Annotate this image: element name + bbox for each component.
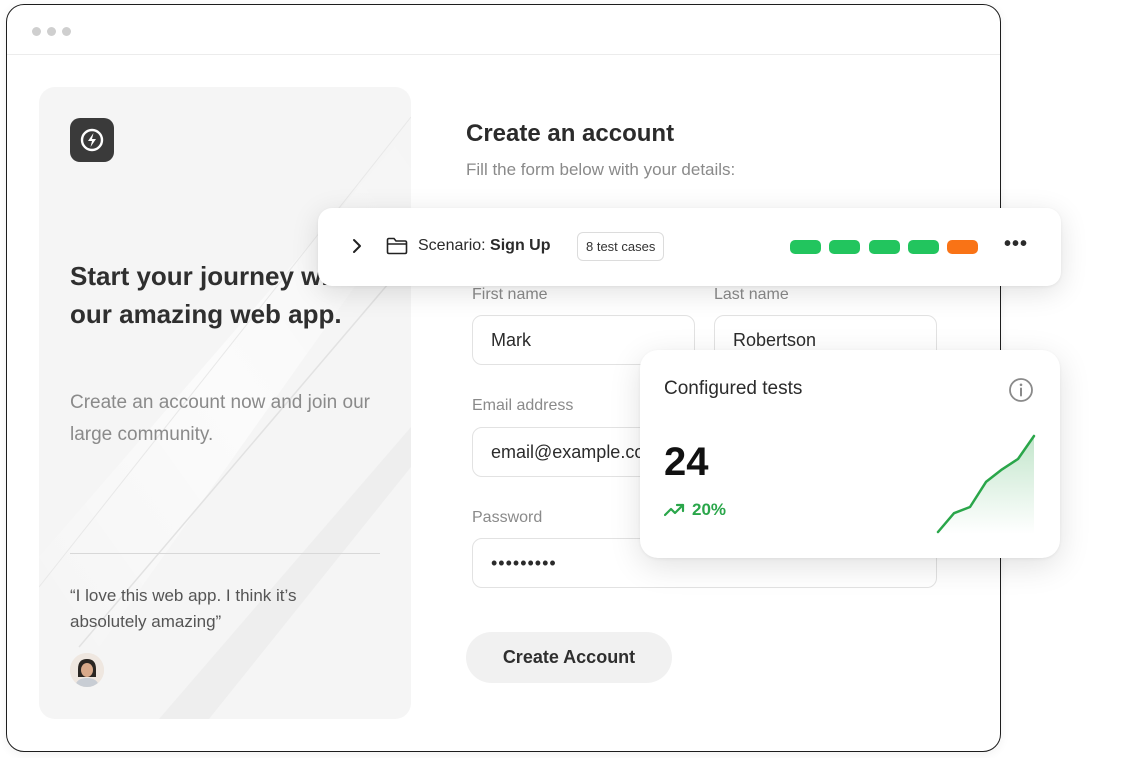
password-label: Password (472, 509, 543, 526)
window-dot-2[interactable] (47, 27, 56, 36)
hero-subtitle: Create an account now and join our large… (70, 392, 370, 445)
create-account-button[interactable]: Create Account (466, 632, 672, 683)
tests-count: 24 (664, 440, 709, 484)
last-name-label: Last name (714, 286, 789, 303)
info-icon[interactable] (1008, 377, 1034, 403)
window-dot-1[interactable] (32, 27, 41, 36)
sparkline-area (938, 436, 1034, 534)
trending-up-icon (664, 503, 685, 517)
bolt-icon (80, 128, 104, 152)
chevron-right-icon[interactable] (350, 238, 364, 254)
trend-indicator: 20% (664, 500, 726, 520)
email-label: Email address (472, 397, 574, 414)
avatar (70, 653, 104, 687)
test-status-pass[interactable] (869, 240, 900, 254)
window-titlebar (7, 5, 1000, 55)
test-status-pass[interactable] (908, 240, 939, 254)
user-avatar-icon (70, 653, 104, 687)
card-title: Configured tests (664, 378, 803, 399)
test-status-fail[interactable] (947, 240, 978, 254)
form-title: Create an account (466, 120, 675, 147)
form-subtitle: Fill the form below with your details: (466, 160, 736, 179)
app-logo (70, 118, 114, 162)
test-status-pass[interactable] (790, 240, 821, 254)
more-options-icon[interactable]: ••• (1004, 233, 1028, 256)
trend-value: 20% (692, 500, 727, 519)
scenario-card: Scenario: Sign Up 8 test cases ••• (318, 208, 1061, 286)
scenario-name[interactable]: Scenario: Sign Up (418, 237, 550, 255)
window-dot-3[interactable] (62, 27, 71, 36)
divider (70, 553, 380, 554)
sparkline-chart (936, 434, 1036, 534)
first-name-label: First name (472, 286, 548, 303)
configured-tests-card: Configured tests 24 20% (640, 350, 1060, 558)
promo-panel: Start your journey with our amazing web … (39, 87, 411, 719)
testimonial-quote: “I love this web app. I think it’s absol… (70, 586, 297, 631)
folder-icon (386, 237, 408, 255)
test-status-pass[interactable] (829, 240, 860, 254)
test-cases-badge: 8 test cases (577, 232, 665, 261)
